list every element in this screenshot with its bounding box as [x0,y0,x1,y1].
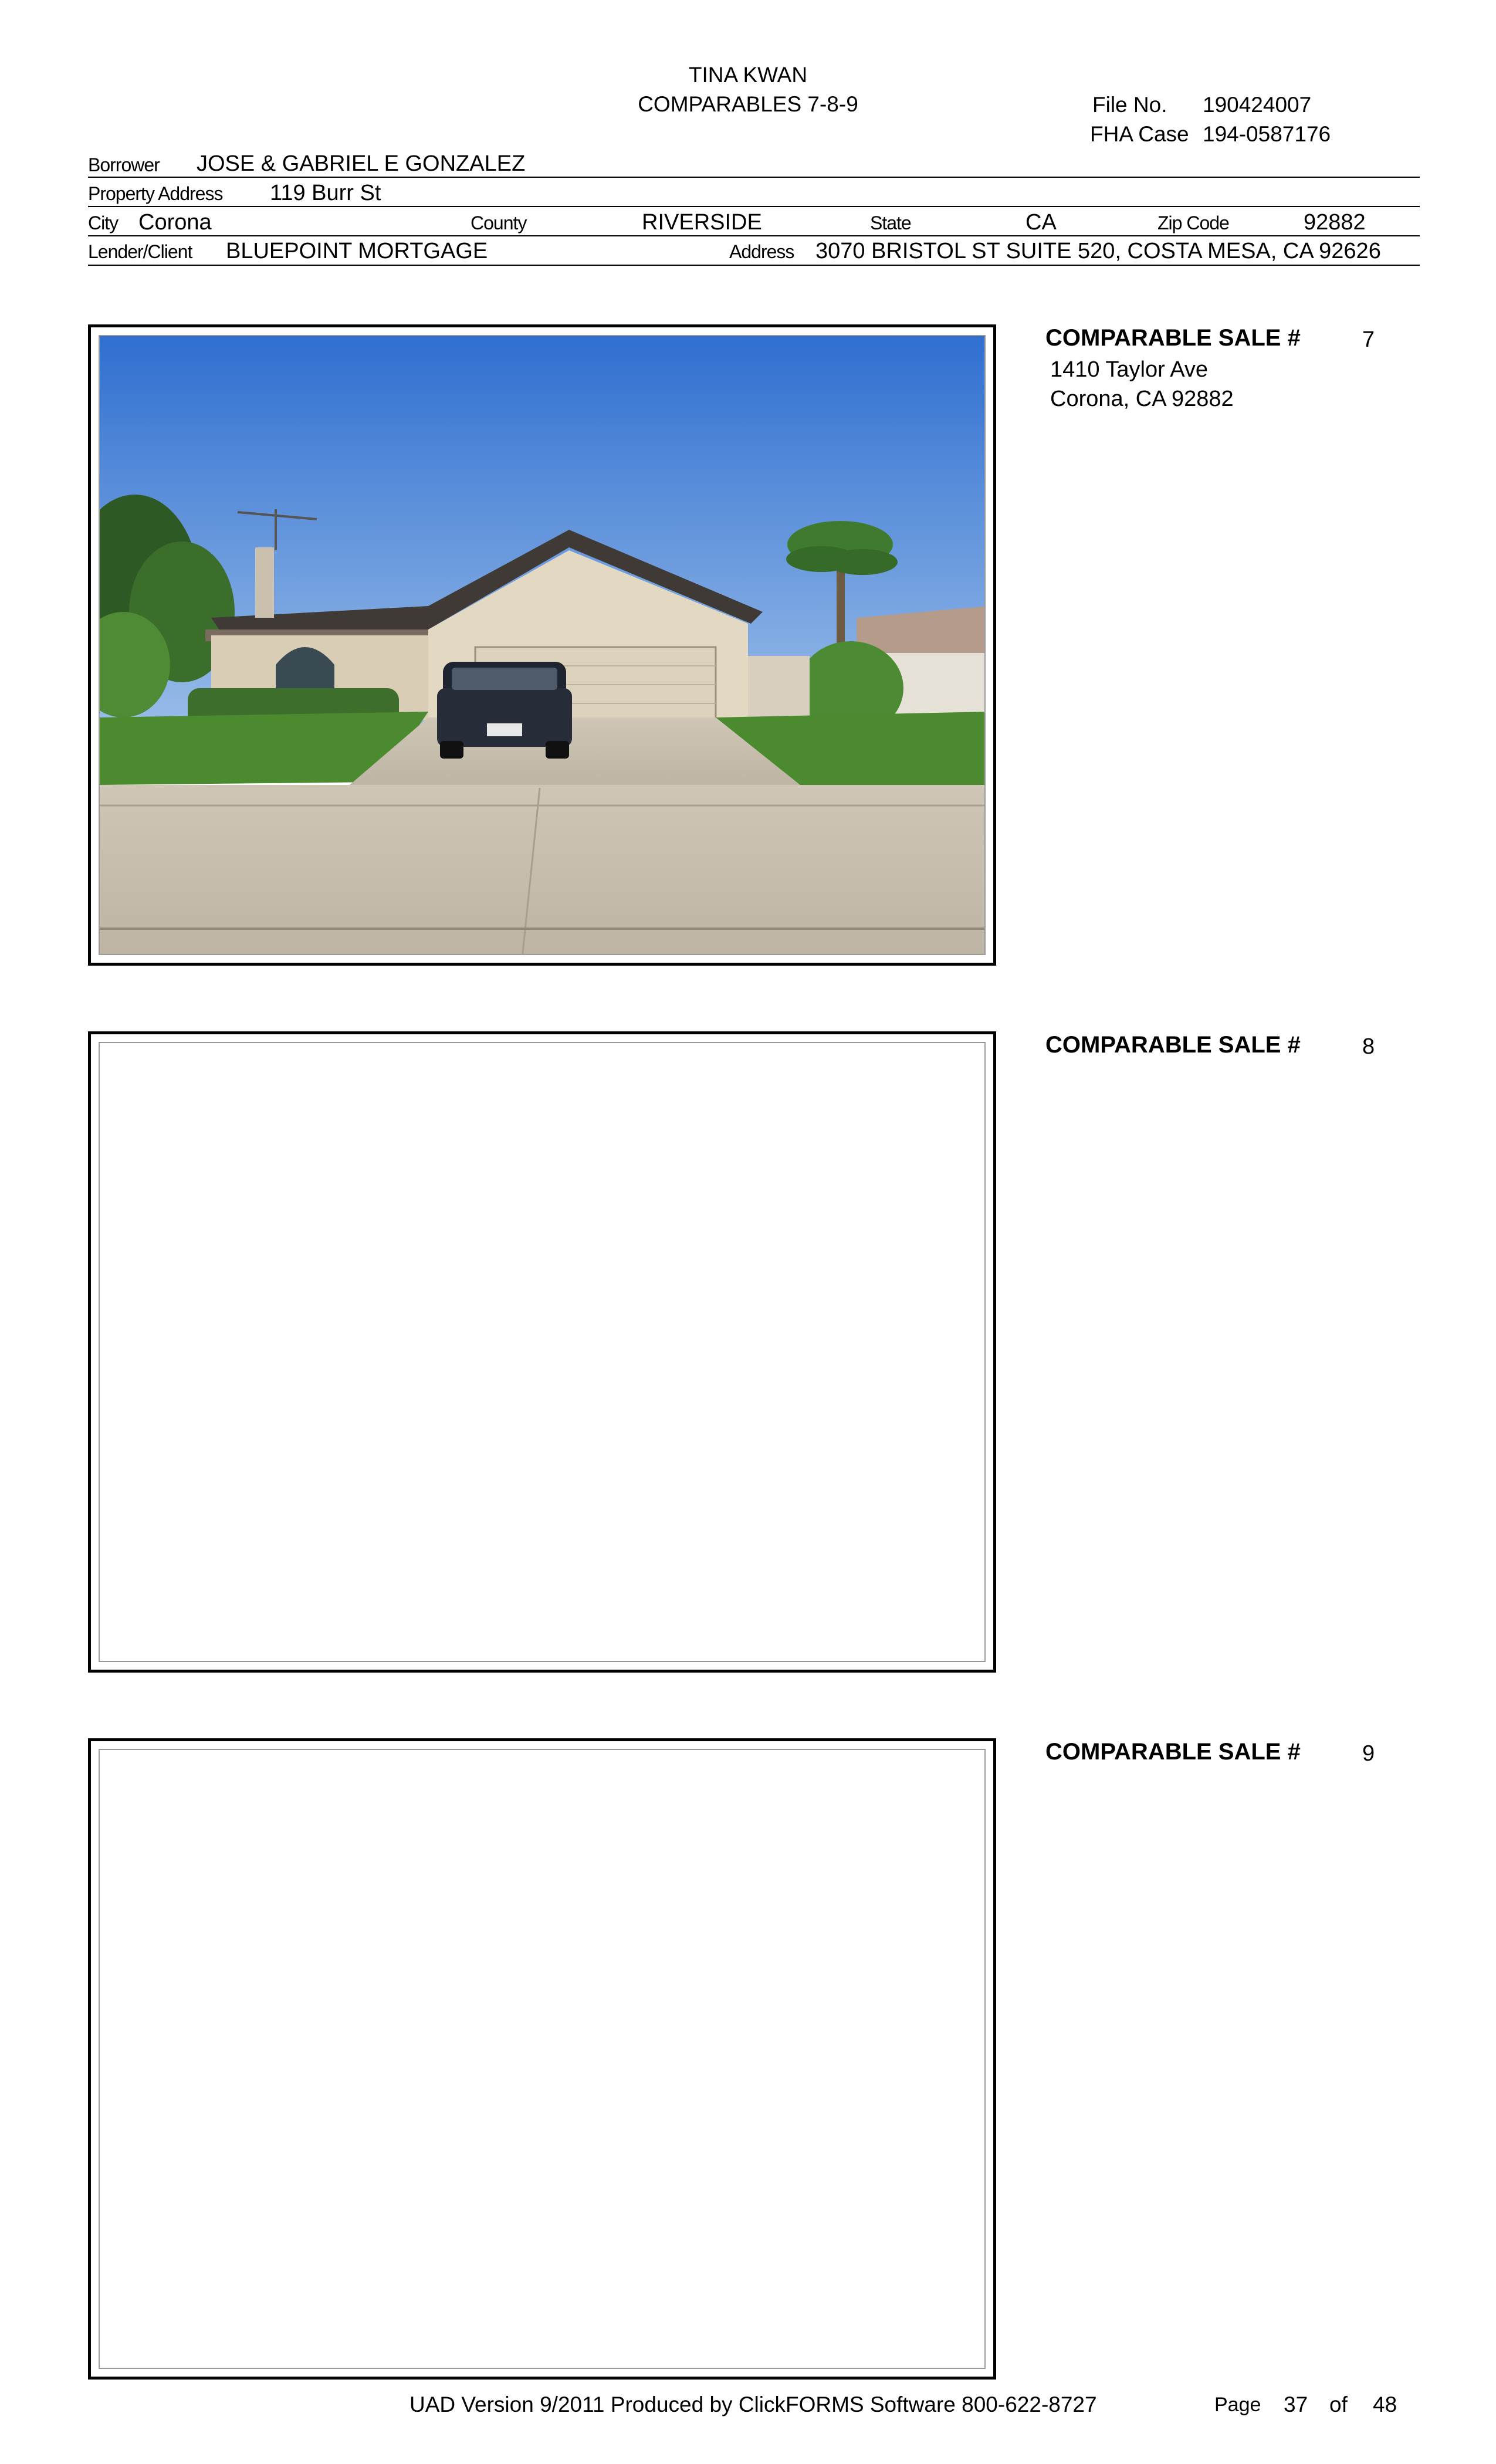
lender-value: BLUEPOINT MORTGAGE [226,239,488,263]
lender-label: Lender/Client [88,241,192,262]
comparable-8-number: 8 [1362,1034,1375,1059]
state-value: CA [1025,210,1057,235]
footer-total-pages: 48 [1373,2392,1397,2416]
footer-of-label: of [1329,2392,1348,2416]
house-photo [100,336,984,954]
city-value: Corona [138,210,212,235]
county-label: County [471,212,527,233]
comparable-9-title: COMPARABLE SALE # [1045,1739,1301,1765]
appraiser-name: TINA KWAN [688,63,808,87]
lender-address-value: 3070 BRISTOL ST SUITE 520, COSTA MESA, C… [815,239,1381,263]
comparable-7-photo-frame [88,324,996,966]
comparable-7-number: 7 [1362,327,1375,352]
fha-case-value: 194-0587176 [1203,122,1331,146]
comparable-8-photo-frame [88,1031,996,1673]
divider-line [88,235,1420,236]
footer-page-number: 37 [1284,2392,1308,2416]
lender-address-label: Address [729,241,794,262]
divider-line [88,177,1420,178]
comparable-7-address-line2: Corona, CA 92882 [1050,387,1234,411]
comparable-9-photo-frame [88,1738,996,2380]
comparable-7-title: COMPARABLE SALE # [1045,325,1301,351]
comparable-8-title: COMPARABLE SALE # [1045,1032,1301,1058]
city-label: City [88,212,119,233]
county-value: RIVERSIDE [642,210,762,235]
zip-label: Zip Code [1157,212,1230,233]
comparable-7-address-line1: 1410 Taylor Ave [1050,357,1209,382]
property-address-label: Property Address [88,183,223,204]
footer-page-label: Page [1214,2394,1261,2416]
borrower-label: Borrower [88,154,160,175]
comparable-7-photo [99,335,986,955]
comparable-8-photo [99,1042,986,1662]
state-label: State [870,212,912,233]
comparable-9-number: 9 [1362,1741,1375,1766]
zip-value: 92882 [1304,210,1366,235]
file-no-value: 190424007 [1203,93,1312,117]
footer-produced-by: UAD Version 9/2011 Produced by ClickFORM… [409,2392,1097,2416]
file-no-label: File No. [1092,93,1167,117]
divider-line [88,206,1420,207]
comparable-9-photo [99,1749,986,2369]
property-address-value: 119 Burr St [270,181,381,205]
divider-line [88,265,1420,266]
fha-case-label: FHA Case [1090,122,1189,146]
borrower-value: JOSE & GABRIEL E GONZALEZ [197,151,526,176]
